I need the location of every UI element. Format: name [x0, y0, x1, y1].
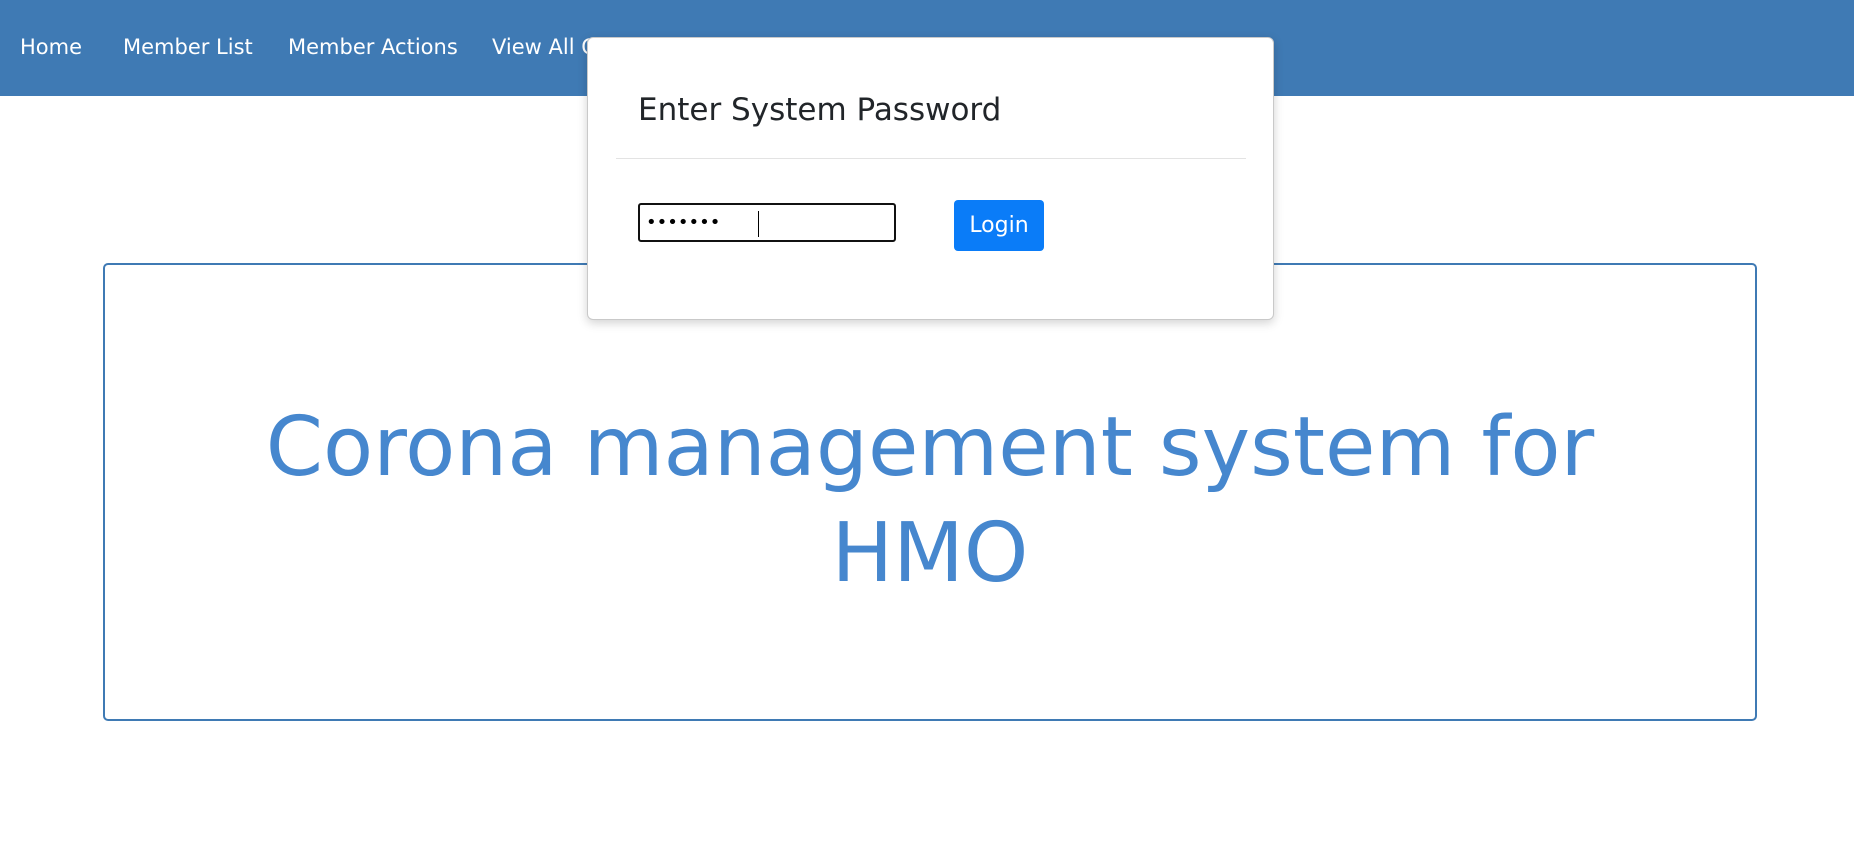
- modal-divider: [616, 158, 1246, 159]
- password-input[interactable]: •••••••: [638, 203, 896, 242]
- nav-item-view-all[interactable]: View All C: [492, 33, 596, 61]
- hero-title-line-2: HMO: [831, 506, 1029, 601]
- password-modal: Enter System Password ••••••• Login: [587, 37, 1274, 320]
- hero-panel: Corona management system for HMO: [103, 263, 1757, 721]
- nav-item-member-actions[interactable]: Member Actions: [288, 33, 458, 61]
- hero-title-line-1: Corona management system for: [265, 400, 1595, 495]
- password-value: •••••••: [646, 212, 721, 233]
- text-caret: [758, 211, 759, 237]
- nav-item-member-list[interactable]: Member List: [123, 33, 253, 61]
- nav-item-home[interactable]: Home: [20, 33, 82, 61]
- modal-title: Enter System Password: [638, 92, 1002, 128]
- hero-title: Corona management system for HMO: [105, 395, 1755, 607]
- login-button[interactable]: Login: [954, 200, 1044, 251]
